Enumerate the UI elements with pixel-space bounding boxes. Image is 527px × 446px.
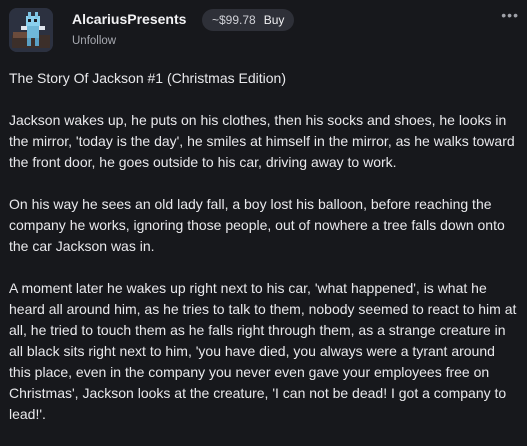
post-paragraph: A moment later he wakes up right next to…	[9, 280, 517, 422]
post-header: AlcariusPresents ~$99.78 Buy Unfollow ••…	[9, 8, 527, 56]
post-paragraph: Jackson wakes up, he puts on his clothes…	[9, 112, 515, 170]
unfollow-button[interactable]: Unfollow	[72, 35, 116, 47]
buy-label: Buy	[263, 13, 285, 27]
price-label: ~$99.78	[212, 13, 256, 27]
post-paragraph: On his way he sees an old lady fall, a b…	[9, 196, 505, 254]
author-name[interactable]: AlcariusPresents	[72, 11, 186, 27]
avatar[interactable]	[9, 8, 53, 52]
buy-button[interactable]: ~$99.78 Buy	[202, 9, 295, 31]
post-title: The Story Of Jackson #1 (Christmas Editi…	[9, 70, 286, 86]
ellipsis-icon[interactable]: •••	[501, 8, 519, 22]
post-card: AlcariusPresents ~$99.78 Buy Unfollow ••…	[0, 0, 527, 436]
avatar-image	[9, 8, 53, 52]
post-body: The Story Of Jackson #1 (Christmas Editi…	[9, 68, 519, 446]
